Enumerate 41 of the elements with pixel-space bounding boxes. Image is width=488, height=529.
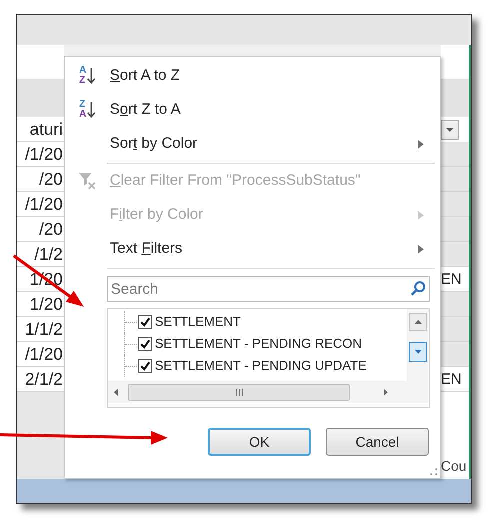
checkbox[interactable] xyxy=(138,359,152,373)
menu-item[interactable]: Sort by Color xyxy=(65,127,440,161)
checkbox[interactable] xyxy=(138,337,152,351)
menu-item[interactable]: A Z Sort A to Z xyxy=(65,59,440,93)
value-checkbox-item[interactable]: SETTLEMENT xyxy=(138,312,241,332)
column-header-cell xyxy=(17,79,64,117)
clear-filter-icon xyxy=(78,171,98,191)
sheet-cell xyxy=(441,342,469,367)
right-arrow-icon xyxy=(384,388,388,396)
check-icon xyxy=(140,338,150,350)
sheet-cell xyxy=(441,242,469,267)
dialog-button[interactable]: OK xyxy=(208,428,311,456)
sheet-cell xyxy=(441,292,469,317)
check-icon xyxy=(140,360,150,372)
sheet-cell xyxy=(441,142,469,167)
caret-icon xyxy=(446,128,454,132)
dialog-button[interactable]: Cancel xyxy=(326,428,429,456)
value-checkbox-item[interactable]: SETTLEMENT - PENDING UPDATE xyxy=(138,356,367,376)
filter-dropdown-button[interactable] xyxy=(441,120,459,140)
scroll-down-button[interactable] xyxy=(409,342,427,362)
down-arrow-icon xyxy=(414,350,422,354)
up-arrow-icon xyxy=(414,320,422,324)
left-arrow-icon xyxy=(114,388,118,396)
resize-grip-icon[interactable] xyxy=(430,468,438,476)
menu-item[interactable]: Z A Sort Z to A xyxy=(65,93,440,127)
sheet-cell: EN xyxy=(441,367,469,392)
check-icon xyxy=(140,316,150,328)
value-checkbox-item[interactable]: SETTLEMENT - PENDING RECON xyxy=(138,334,362,354)
status-text: Cou xyxy=(441,457,467,476)
menu-item[interactable]: Text Filters xyxy=(65,232,440,266)
horizontal-scrollbar[interactable] xyxy=(108,381,429,403)
sheet-cell xyxy=(441,217,469,242)
scroll-up-button[interactable] xyxy=(409,313,427,331)
search-field[interactable]: Search xyxy=(107,276,430,302)
search-icon xyxy=(410,281,426,297)
checkbox[interactable] xyxy=(138,315,152,329)
column-header-cell xyxy=(441,79,469,117)
sheet-cell xyxy=(441,167,469,192)
scrollbar-thumb[interactable] xyxy=(128,384,350,400)
sheet-cell xyxy=(441,192,469,217)
sheet-cell xyxy=(441,317,469,342)
